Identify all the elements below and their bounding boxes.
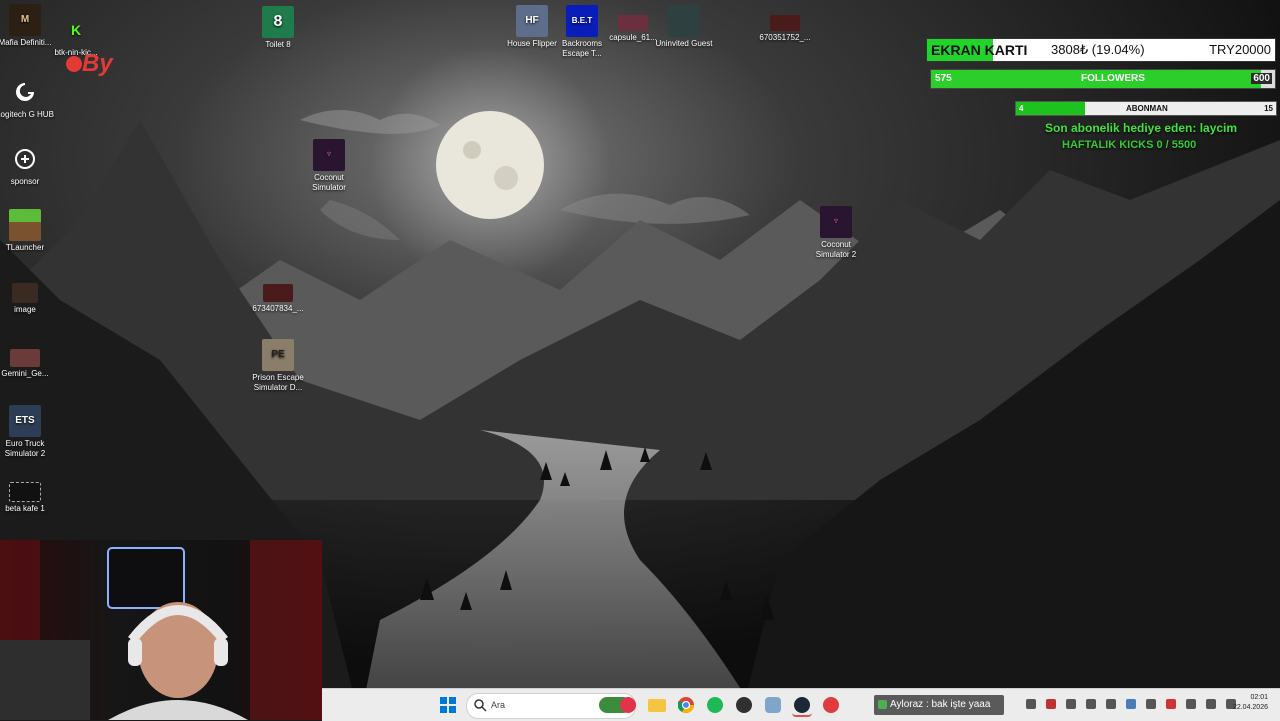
abonman-label: ABONMAN	[1126, 104, 1168, 113]
record-dot-icon	[66, 56, 82, 72]
gift-sub-text: Son abonelik hediye eden: laycim	[1045, 121, 1238, 135]
tray-icon[interactable]	[1026, 699, 1036, 709]
desktop-icon-ets2[interactable]: ETS Euro Truck Simulator 2	[0, 405, 57, 459]
desktop-icon-tlauncher[interactable]: TLauncher	[0, 209, 57, 253]
desktop-icon-673407834[interactable]: 673407834_...	[246, 284, 310, 314]
image-icon	[770, 15, 800, 31]
mafia-icon: M	[9, 4, 41, 36]
clock-time: 02:01	[1250, 694, 1268, 701]
logo-text: By	[82, 50, 113, 77]
desktop-icon-gemini[interactable]: Gemini_Ge...	[0, 349, 57, 379]
backrooms-icon: B.E.T	[566, 5, 598, 37]
tray-icon[interactable]	[1126, 699, 1136, 709]
coconut-icon: ♆	[820, 206, 852, 238]
prison-icon: PE	[262, 339, 294, 371]
desktop-icon-prison-escape[interactable]: PE Prison Escape Simulator D...	[246, 339, 310, 393]
search-icon	[473, 698, 487, 717]
logitech-icon	[9, 76, 41, 108]
desktop-icon-670351752[interactable]: 670351752_...	[753, 15, 817, 43]
spotify-icon[interactable]	[705, 695, 725, 715]
gpu-goal-value: 3808₺ (19.04%)	[1051, 42, 1145, 57]
desktop-icon-image[interactable]: image	[0, 283, 57, 315]
webcam-feed	[0, 540, 322, 720]
clock-date: 22.04.2026	[1232, 704, 1268, 711]
uninvited-icon	[668, 5, 700, 37]
tray-icon[interactable]	[1166, 699, 1176, 709]
chat-text: Ayloraz : bak işte yaaa	[890, 699, 991, 710]
desktop-icon-beta-kafe[interactable]: beta kafe 1	[0, 482, 57, 514]
desktop-icon-coconut-2[interactable]: ♆ Coconut Simulator 2	[804, 206, 868, 260]
image-icon	[12, 283, 38, 303]
streamer-webcam-image	[0, 540, 322, 720]
search-placeholder: Ara	[491, 700, 506, 710]
microphone-icon[interactable]	[1186, 699, 1196, 709]
chat-icon	[878, 700, 887, 709]
weekly-kicks-text: HAFTALIK KICKS 0 / 5500	[1062, 139, 1197, 151]
file-explorer-icon[interactable]	[647, 695, 667, 715]
gpu-goal-bar: EKRAN KARTI 3808₺ (19.04%) TRY20000	[926, 38, 1276, 62]
windows-start-icon[interactable]	[438, 695, 458, 715]
media-player-icon[interactable]	[618, 695, 638, 715]
desktop-icon-sponsor[interactable]: sponsor	[0, 143, 57, 187]
followers-goal: 600	[1251, 73, 1272, 84]
house-icon: HF	[516, 5, 548, 37]
desktop-icon-coconut[interactable]: ♆ Coconut Simulator	[297, 139, 361, 193]
desktop-icon-uninvited-guest[interactable]: Uninvited Guest	[652, 5, 716, 49]
abonman-goal-fill	[1016, 102, 1086, 115]
followers-goal-bar: 575 FOLLOWERS 600	[930, 69, 1276, 89]
abonman-goal: 15	[1264, 104, 1273, 113]
gpu-goal-target: TRY20000	[1209, 42, 1271, 57]
followers-label: FOLLOWERS	[1081, 73, 1145, 84]
sponsor-icon	[9, 143, 41, 175]
desktop-icon-logitech[interactable]: Logitech G HUB	[0, 76, 57, 120]
gpu-goal-label: EKRAN KARTI	[931, 42, 1028, 58]
search-input[interactable]: Ara	[466, 693, 636, 719]
tray-icon[interactable]	[1146, 699, 1156, 709]
kick-icon: K	[70, 22, 82, 38]
image-icon	[618, 15, 648, 31]
taskbar: Ara Ayloraz : bak işte yaaa 02:01 22.04.…	[322, 688, 1280, 721]
abonman-current: 4	[1019, 104, 1024, 113]
followers-current: 575	[935, 73, 952, 84]
coconut-icon: ♆	[313, 139, 345, 171]
desktop-icon-toilet8[interactable]: 8 Toilet 8	[246, 6, 310, 50]
system-clock[interactable]: 02:01 22.04.2026	[1233, 693, 1268, 713]
file-icon	[9, 482, 41, 502]
stream-logo: By	[66, 50, 126, 77]
obs-icon[interactable]	[734, 695, 754, 715]
tray-icon[interactable]	[1046, 699, 1056, 709]
chrome-icon[interactable]	[676, 695, 696, 715]
gemini-icon	[10, 349, 40, 367]
minecraft-icon	[9, 209, 41, 241]
settings-icon[interactable]	[763, 695, 783, 715]
monitor-icon[interactable]	[1206, 699, 1216, 709]
image-icon	[263, 284, 293, 302]
chat-notification: Ayloraz : bak işte yaaa	[874, 695, 1004, 715]
app-icon[interactable]	[821, 695, 841, 715]
tray-icon[interactable]	[1086, 699, 1096, 709]
tray-icon[interactable]	[1066, 699, 1076, 709]
steam-icon[interactable]	[792, 695, 812, 717]
truck-icon: ETS	[9, 405, 41, 437]
tray-icon[interactable]	[1106, 699, 1116, 709]
abonman-goal-bar: 4 ABONMAN 15	[1015, 101, 1277, 116]
toilet8-icon: 8	[262, 6, 294, 38]
